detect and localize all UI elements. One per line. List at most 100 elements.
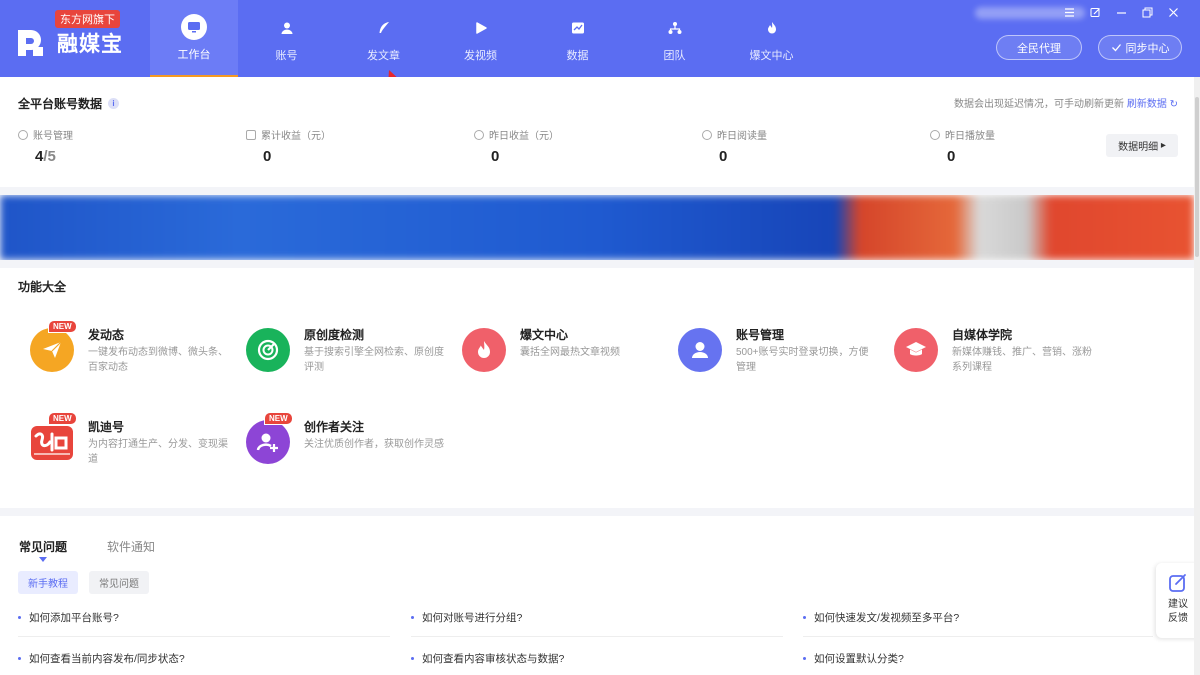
faq-question[interactable]: 如何对账号进行分组? — [411, 610, 522, 625]
faq-question-text: 如何查看当前内容发布/同步状态? — [29, 653, 185, 665]
minimize-icon[interactable] — [1115, 6, 1128, 19]
stat-yesterday-plays: 昨日播放量 0 — [930, 127, 995, 165]
app-logo: 东方网旗下 融媒宝 — [15, 10, 135, 65]
stats-panel: 全平台账号数据 i 数据会出现延迟情况，可手动刷新更新 刷新数据 ↻ 账号管理 … — [0, 77, 1194, 187]
new-badge: NEW — [264, 412, 293, 425]
promo-banner[interactable] — [0, 195, 1194, 260]
feature-desc: 关注优质创作者，获取创作灵感 — [304, 439, 444, 450]
feature-originality-check[interactable]: 原创度检测 基于搜索引擎全网检索、原创度评测 — [246, 326, 446, 386]
feature-name: 原创度检测 — [304, 328, 365, 342]
scrollbar[interactable] — [1194, 77, 1200, 675]
divider — [411, 636, 783, 637]
stat-label: 累计收益（元） — [261, 131, 331, 142]
feature-creator-follow[interactable]: NEW 创作者关注 关注优质创作者，获取创作灵感 — [246, 412, 446, 478]
faq-question-text: 如何快速发文/发视频至多平台? — [814, 612, 960, 624]
features-title: 功能大全 — [18, 280, 67, 294]
nav-team[interactable]: 团队 — [626, 0, 723, 77]
nav-label: 数据 — [566, 49, 589, 62]
person-icon — [678, 328, 722, 372]
window-controls — [1063, 6, 1180, 19]
feature-name: 自媒体学院 — [952, 328, 1013, 342]
menu-icon[interactable] — [1063, 6, 1076, 19]
play-icon — [468, 15, 494, 41]
feature-desc: 新媒体赚钱、推广、营销、涨粉系列课程 — [952, 347, 1092, 373]
refresh-data-link[interactable]: 刷新数据 ↻ — [1127, 99, 1178, 110]
stat-account-management[interactable]: 账号管理 4/5 — [18, 127, 73, 165]
feature-desc: 囊括全网最热文章视频 — [520, 347, 620, 358]
nav-workbench[interactable]: 工作台 — [150, 0, 238, 77]
check-icon — [1111, 44, 1121, 52]
edit-icon[interactable] — [1089, 6, 1102, 19]
team-icon — [662, 15, 688, 41]
feature-desc: 为内容打通生产、分发、变现渠道 — [88, 439, 228, 465]
bullet-dot — [803, 657, 806, 660]
stat-value: 0 — [719, 148, 728, 165]
faq-question[interactable]: 如何查看内容审核状态与数据? — [411, 651, 564, 666]
data-detail-label: 数据明细 — [1118, 142, 1159, 153]
stat-value: 0 — [947, 148, 956, 165]
stat-total-income: 累计收益（元） 0 — [246, 127, 331, 165]
feature-name: 创作者关注 — [304, 420, 365, 434]
stat-label: 昨日阅读量 — [717, 131, 767, 142]
faq-question[interactable]: 如何设置默认分类? — [803, 651, 904, 666]
nav-hot-center[interactable]: 爆文中心 — [723, 0, 820, 77]
pill-beginner-tutorial[interactable]: 新手教程 — [18, 571, 78, 594]
monitor-icon — [181, 13, 207, 40]
feature-name: 发动态 — [88, 328, 125, 342]
scroll-thumb[interactable] — [1195, 97, 1199, 257]
feature-desc: 一键发布动态到微博、微头条、百家动态 — [88, 347, 228, 373]
feature-desc: 500+账号实时登录切换，方便管理 — [736, 347, 869, 373]
feature-account-management[interactable]: 账号管理 500+账号实时登录切换，方便管理 — [678, 326, 878, 386]
refresh-label: 刷新数据 — [1126, 99, 1167, 110]
user-plus-icon — [246, 420, 290, 464]
nav-label: 团队 — [663, 49, 686, 62]
pill-common-questions[interactable]: 常见问题 — [89, 571, 149, 594]
faq-question[interactable]: 如何查看当前内容发布/同步状态? — [18, 651, 185, 666]
faq-question[interactable]: 如何添加平台账号? — [18, 610, 119, 625]
stat-yesterday-reads: 昨日阅读量 0 — [702, 127, 767, 165]
nav-label: 工作台 — [177, 48, 211, 61]
sync-center-button[interactable]: 同步中心 — [1098, 35, 1182, 60]
stats-notice-text: 数据会出现延迟情况，可手动刷新更新 — [954, 99, 1125, 110]
bullet-dot — [18, 616, 21, 619]
bullet-dot — [411, 657, 414, 660]
stat-yesterday-income: 昨日收益（元） 0 — [474, 127, 559, 165]
info-icon[interactable]: i — [108, 98, 120, 109]
tab-faq[interactable]: 常见问题 — [19, 538, 67, 555]
data-detail-button[interactable]: 数据明细 ▸ — [1106, 134, 1178, 157]
new-badge: NEW — [48, 412, 77, 425]
agent-button[interactable]: 全民代理 — [996, 35, 1082, 60]
nav-data[interactable]: 数据 — [529, 0, 626, 77]
top-header: 东方网旗下 融媒宝 工作台 账号 发文章 发视频 数据 团队 爆文中心 全民代理… — [0, 0, 1200, 77]
nav-label: 发视频 — [464, 49, 497, 62]
main-nav: 工作台 账号 发文章 发视频 数据 团队 爆文中心 — [150, 0, 820, 77]
flame-icon — [759, 15, 785, 41]
stat-value: 4/5 — [35, 148, 73, 165]
nav-label: 发文章 — [367, 49, 400, 62]
user-icon — [274, 15, 300, 41]
stat-value: 0 — [263, 148, 272, 165]
faq-question[interactable]: 如何快速发文/发视频至多平台? — [803, 610, 959, 625]
paper-plane-icon — [30, 328, 74, 372]
chevron-right-icon: ▸ — [1160, 140, 1166, 151]
restore-icon[interactable] — [1141, 6, 1154, 19]
chart-icon — [565, 15, 591, 41]
nav-label: 账号 — [275, 49, 298, 62]
radar-icon — [246, 328, 290, 372]
tab-software-notice[interactable]: 软件通知 — [107, 538, 155, 555]
feature-hot-center[interactable]: 爆文中心 囊括全网最热文章视频 — [462, 326, 662, 386]
faq-question-text: 如何设置默认分类? — [814, 653, 904, 665]
faq-question-text: 如何添加平台账号? — [29, 612, 119, 624]
feature-media-academy[interactable]: 自媒体学院 新媒体赚钱、推广、营销、涨粉系列课程 — [894, 326, 1094, 386]
nav-publish-video[interactable]: 发视频 — [432, 0, 529, 77]
user-outline-icon — [18, 129, 28, 140]
close-icon[interactable] — [1167, 6, 1180, 19]
feature-post-dynamic[interactable]: NEW 发动态 一键发布动态到微博、微头条、百家动态 — [30, 320, 230, 386]
feature-name: 账号管理 — [736, 328, 785, 342]
kaidi-logo-icon — [30, 420, 74, 464]
graduation-cap-icon — [894, 328, 938, 372]
feature-kaidi[interactable]: NEW 凯迪号 为内容打通生产、分发、变现渠道 — [30, 412, 230, 478]
nav-account[interactable]: 账号 — [238, 0, 335, 77]
bullet-dot — [18, 657, 21, 660]
bullet-dot — [411, 616, 414, 619]
